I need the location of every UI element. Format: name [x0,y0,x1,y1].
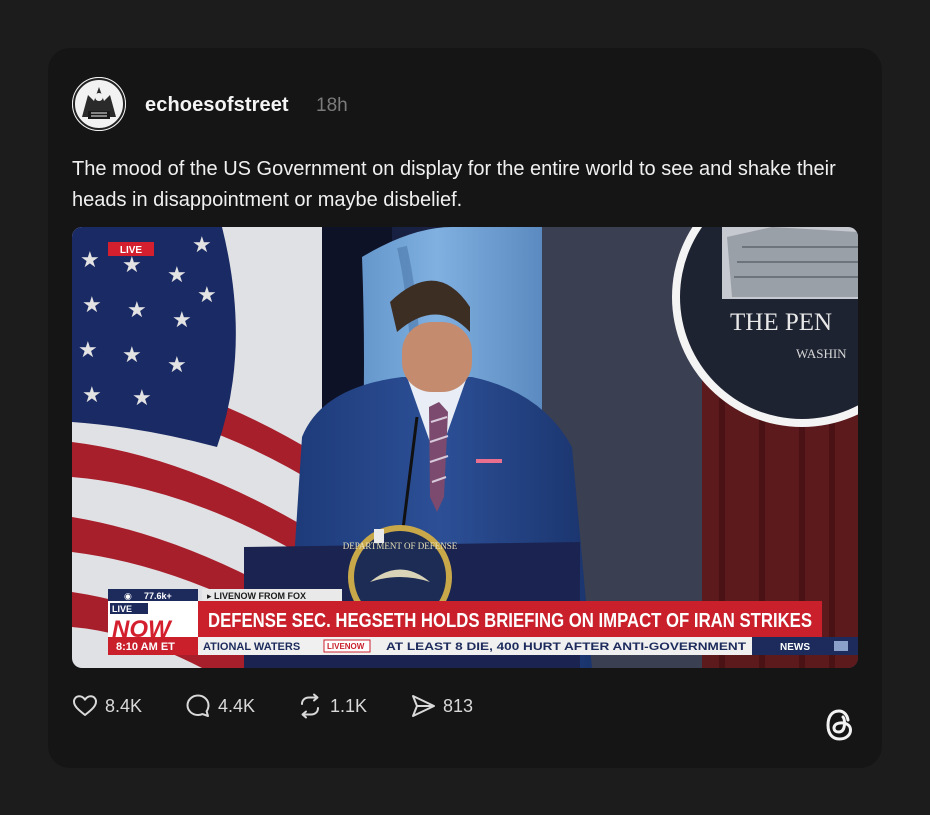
username[interactable]: echoesofstreet [145,94,289,117]
video-frame: THE PEN WASHIN ★ ★ ★ ★ ★ ★ ★ ★ ★ ★ ★ ★★ LIVE [72,227,858,668]
source-label: ▸ LIVENOW FROM FOX [207,591,306,601]
share-count: 813 [443,695,474,716]
podium-seal-text: DEPARTMENT OF DEFENSE [343,541,458,551]
repost-count: 1.1K [330,695,368,716]
post-video[interactable]: THE PEN WASHIN ★ ★ ★ ★ ★ ★ ★ ★ ★ ★ ★ ★ ★ LIVE [72,227,858,668]
threads-logo-glyph [826,709,853,741]
repost-button[interactable]: 1.1K [297,690,367,722]
pentagon-seal-title: THE PEN [730,309,832,336]
viewer-count: 77.6k+ [144,591,172,601]
threads-logo-icon[interactable] [822,706,858,744]
live-badge-top: LIVE [112,604,132,614]
pentagon-seal-subtitle: WASHIN [796,346,847,361]
post-timestamp[interactable]: 18h [316,95,348,117]
like-count: 8.4K [105,695,143,716]
reply-button[interactable]: 4.4K [185,690,255,722]
ticker-logo: LIVENOW [327,642,365,651]
avatar[interactable] [72,77,126,131]
ticker-right: AT LEAST 8 DIE, 400 HURT AFTER ANTI-GOVE… [386,641,746,653]
news-label: NEWS [780,642,810,653]
reply-count: 4.4K [218,695,256,716]
heart-icon [73,695,97,716]
share-send-icon [412,695,435,717]
live-tag: LIVE [120,245,143,256]
post-text: The mood of the US Government on display… [72,158,836,211]
avatar-illustration [72,77,126,131]
news-headline: DEFENSE SEC. HEGSETH HOLDS BRIEFING ON I… [208,610,812,632]
svg-text:◉: ◉ [124,591,132,601]
like-button[interactable]: 8.4K [72,690,142,722]
ticker-left: ATIONAL WATERS [203,641,300,653]
repost-icon [301,693,319,719]
share-button[interactable]: 813 [410,690,473,722]
broadcast-time: 8:10 AM ET [116,641,175,653]
reply-bubble-icon [186,694,210,717]
